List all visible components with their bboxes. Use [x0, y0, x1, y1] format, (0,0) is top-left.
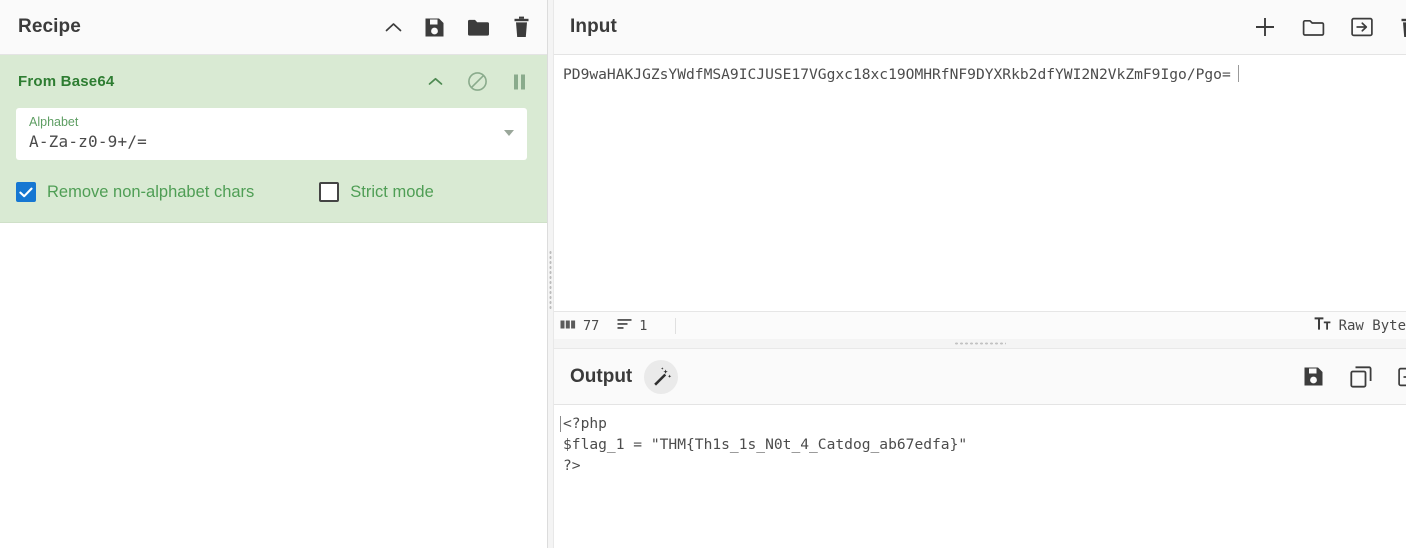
alphabet-value: A-Za-z0-9+/= [29, 132, 147, 151]
output-line: ?> [563, 457, 581, 474]
alphabet-label: Alphabet [29, 115, 79, 129]
input-length-value: 77 [583, 317, 600, 334]
horizontal-splitter-handle[interactable] [954, 342, 1006, 345]
clear-recipe-icon[interactable] [512, 16, 531, 38]
abc-icon [560, 318, 576, 333]
alphabet-field[interactable]: Alphabet A-Za-z0-9+/= [16, 108, 527, 160]
recipe-panel: Recipe From Base64 Alphabet A-Za-z0-9+/=… [0, 0, 548, 548]
clear-input-icon[interactable] [1399, 16, 1406, 38]
input-caret [1237, 65, 1239, 82]
input-lines-value: 1 [639, 317, 648, 334]
input-editor[interactable]: PD9waHAKJGZsYWdfMSA9ICJUSE17VGgxc18xc19O… [554, 55, 1406, 311]
output-title-bar: Output [554, 349, 1406, 405]
chevron-down-icon[interactable] [504, 130, 514, 136]
checkbox-strict-mode[interactable]: Strict mode [319, 182, 434, 202]
input-title: Input [570, 16, 617, 37]
magic-wand-icon[interactable] [644, 359, 679, 394]
output-line: $flag_1 = "THM{Th1s_1s_N0t_4_Catdog_ab67… [563, 436, 968, 453]
op-disable-icon[interactable] [467, 71, 488, 92]
horizontal-splitter[interactable] [554, 339, 1406, 349]
input-charenc-group[interactable]: Raw Byte [1314, 317, 1406, 334]
operation-controls [428, 71, 527, 92]
input-header-icons [1254, 16, 1406, 38]
output-editor[interactable]: <?php $flag_1 = "THM{Th1s_1s_N0t_4_Catdo… [554, 405, 1406, 548]
load-recipe-icon[interactable] [467, 18, 490, 37]
status-divider [675, 317, 677, 334]
op-breakpoint-icon[interactable] [512, 73, 527, 91]
replace-input-icon[interactable] [1398, 367, 1406, 387]
vertical-splitter[interactable] [548, 0, 554, 548]
input-length-group: 77 [554, 318, 599, 334]
checkbox-remove-non-alphabet-label: Remove non-alphabet chars [47, 182, 255, 201]
lines-icon [617, 318, 632, 333]
checkbox-remove-non-alphabet[interactable]: Remove non-alphabet chars [16, 182, 254, 202]
input-title-bar: Input [554, 0, 1406, 55]
input-status-bar: 77 1 Raw Byte [554, 311, 1406, 339]
output-title: Output [570, 365, 633, 387]
collapse-chevron-icon[interactable] [385, 22, 402, 33]
checkbox-checked-icon[interactable] [16, 182, 36, 202]
open-folder-icon[interactable] [1302, 18, 1325, 37]
op-collapse-icon[interactable] [428, 77, 443, 86]
vertical-splitter-handle[interactable] [549, 250, 552, 310]
save-recipe-icon[interactable] [424, 17, 445, 38]
checkbox-unchecked-icon[interactable] [319, 182, 340, 202]
save-output-icon[interactable] [1303, 366, 1324, 387]
recipe-header-icons [385, 16, 531, 38]
cyberchef-app: Recipe From Base64 Alphabet A-Za-z0-9+/=… [0, 0, 1406, 548]
operation-name: From Base64 [18, 73, 115, 90]
input-lines-group: 1 [599, 318, 647, 334]
operation-header: From Base64 [0, 55, 547, 102]
io-panel: Input PD9waHAKJGZsYWdfMSA9ICJUSE17VGgxc1… [548, 0, 1406, 548]
add-input-tab-icon[interactable] [1254, 16, 1276, 38]
output-header-icons [1303, 365, 1406, 388]
operation-checkboxes: Remove non-alphabet chars Strict mode [0, 182, 547, 202]
input-text[interactable]: PD9waHAKJGZsYWdfMSA9ICJUSE17VGgxc18xc19O… [563, 66, 1231, 83]
text-format-icon [1314, 317, 1331, 334]
input-charenc-label: Raw Byte [1338, 317, 1406, 334]
operation-from-base64[interactable]: From Base64 Alphabet A-Za-z0-9+/= Remove… [0, 55, 547, 223]
checkbox-strict-mode-label: Strict mode [350, 182, 434, 201]
recipe-title: Recipe [18, 16, 81, 37]
recipe-title-bar: Recipe [0, 0, 547, 55]
output-line: <?php [560, 413, 1406, 434]
open-input-icon[interactable] [1351, 17, 1373, 37]
copy-output-icon[interactable] [1350, 365, 1372, 388]
